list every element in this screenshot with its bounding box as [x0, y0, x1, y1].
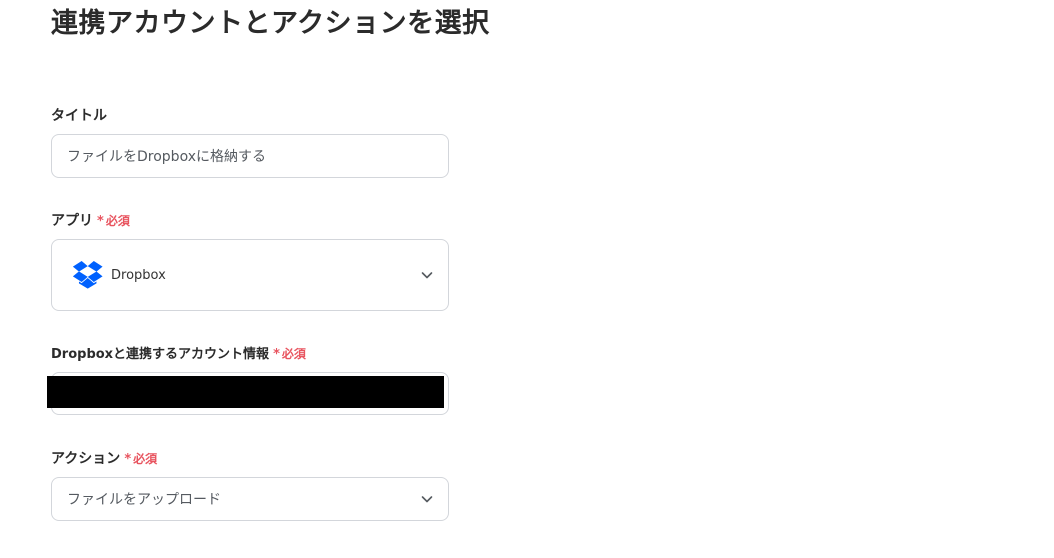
title-label-text: タイトル — [51, 108, 107, 124]
title-input-value: ファイルをDropboxに格納する — [67, 149, 266, 165]
required-star: * — [124, 452, 132, 467]
action-label-text: アクション — [51, 451, 121, 467]
required-text: 必須 — [133, 452, 158, 466]
required-badge: * 必須 — [273, 347, 306, 362]
chevron-down-icon[interactable] — [420, 268, 434, 282]
app-field-label: アプリ * 必須 — [51, 211, 130, 232]
required-star: * — [273, 347, 280, 362]
action-select-value: ファイルをアップロード — [67, 492, 221, 508]
required-badge: * 必須 — [124, 452, 158, 467]
required-badge: * 必須 — [97, 214, 130, 229]
app-label-text: アプリ — [51, 213, 93, 229]
chevron-down-icon[interactable] — [420, 492, 434, 506]
redacted-account-value — [47, 376, 444, 408]
app-select[interactable]: Dropbox — [51, 239, 449, 311]
action-field-label: アクション * 必須 — [51, 449, 157, 470]
app-name: Dropbox — [111, 267, 166, 283]
action-select[interactable]: ファイルをアップロード — [51, 477, 449, 521]
account-field-label: Dropboxと連携するアカウント情報 * 必須 — [51, 344, 306, 365]
required-text: 必須 — [105, 214, 130, 228]
title-input[interactable]: ファイルをDropboxに格納する — [51, 134, 449, 178]
title-field-label: タイトル — [51, 106, 107, 126]
required-text: 必須 — [281, 347, 306, 361]
account-label-text: Dropboxと連携するアカウント情報 — [51, 347, 270, 362]
page-title: 連携アカウントとアクションを選択 — [51, 8, 490, 39]
required-star: * — [97, 214, 104, 229]
app-select-value: Dropbox — [72, 240, 166, 310]
dropbox-logo-icon — [72, 261, 103, 289]
